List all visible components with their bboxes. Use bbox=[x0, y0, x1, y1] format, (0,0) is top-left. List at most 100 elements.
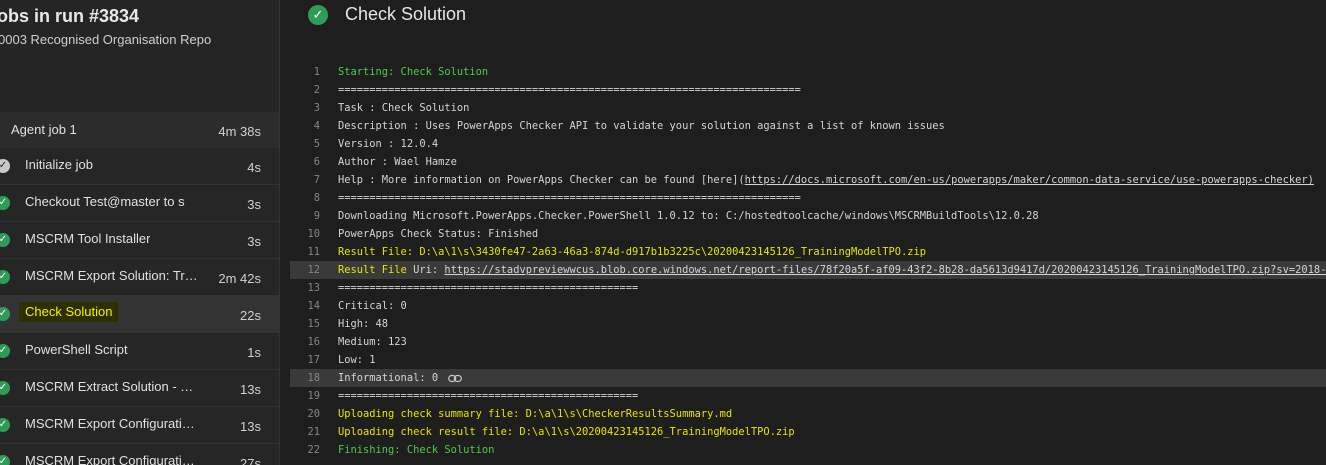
log-line: 6 Author : Wael Hamze bbox=[290, 153, 1326, 171]
informational-text: Informational: 0 bbox=[338, 372, 439, 384]
step-row[interactable]: ✓ MSCRM Extract Solution - Traini... 13s bbox=[0, 370, 279, 407]
log-line-highlighted: 12 Result File Uri: https://stadvpreview… bbox=[290, 261, 1326, 279]
log-text: Task : Check Solution bbox=[338, 102, 470, 114]
log-line: 10 PowerApps Check Status: Finished bbox=[290, 225, 1326, 243]
step-row[interactable]: ✓ MSCRM Export Configuration Mi... 13s bbox=[0, 407, 279, 444]
step-label: MSCRM Export Configuration Mi... bbox=[25, 453, 200, 465]
agent-job-label: Agent job 1 bbox=[11, 122, 77, 137]
log-text: Starting: Check Solution bbox=[338, 66, 489, 78]
help-text: Help : More information on PowerApps Che… bbox=[338, 174, 745, 186]
line-number: 8 bbox=[313, 192, 320, 204]
agent-job-row[interactable]: Agent job 1 4m 38s bbox=[0, 112, 279, 149]
success-check-icon: ✓ bbox=[0, 270, 10, 284]
log-text: Uploading check result file: D:\a\1\s\20… bbox=[338, 426, 795, 438]
step-duration: 3s bbox=[247, 234, 261, 249]
log-line: 4 Description : Uses PowerApps Checker A… bbox=[290, 117, 1326, 135]
log-text: High: 48 bbox=[338, 318, 389, 330]
log-line: 1 Starting: Check Solution bbox=[290, 63, 1326, 81]
log-text: Informational: 0 bbox=[338, 369, 462, 387]
log-line: 17 Low: 1 bbox=[290, 351, 1326, 369]
log-text: Description : Uses PowerApps Checker API… bbox=[338, 120, 945, 132]
line-number: 1 bbox=[313, 66, 320, 78]
check-icon: ✓ bbox=[0, 159, 10, 173]
line-number: 20 bbox=[307, 408, 320, 420]
step-row[interactable]: ✓ Initialize job 4s bbox=[0, 148, 279, 185]
log-text: Critical: 0 bbox=[338, 300, 407, 312]
log-line: 5 Version : 12.0.4 bbox=[290, 135, 1326, 153]
success-check-icon: ✓ bbox=[0, 307, 10, 321]
log-separator: ========================================… bbox=[338, 282, 639, 294]
docs-link[interactable]: https://docs.microsoft.com/en-us/powerap… bbox=[745, 174, 1314, 186]
log-separator: ========================================… bbox=[338, 390, 639, 402]
step-duration: 3s bbox=[247, 197, 261, 212]
line-number: 14 bbox=[307, 300, 320, 312]
step-row[interactable]: ✓ MSCRM Export Configuration Mi... 27s bbox=[0, 444, 279, 465]
log-line: 15 High: 48 bbox=[290, 315, 1326, 333]
step-row[interactable]: ✓ MSCRM Tool Installer 3s bbox=[0, 222, 279, 259]
run-title: obs in run #3834 bbox=[0, 6, 140, 26]
log-line: 22 Finishing: Check Solution bbox=[290, 441, 1326, 459]
log-line: 7 Help : More information on PowerApps C… bbox=[290, 171, 1326, 189]
line-number: 12 bbox=[307, 264, 320, 276]
success-check-icon: ✓ bbox=[0, 344, 10, 358]
step-duration: 4s bbox=[247, 160, 261, 175]
step-label: PowerShell Script bbox=[25, 342, 128, 357]
log-line: 8 ======================================… bbox=[290, 189, 1326, 207]
line-number: 16 bbox=[307, 336, 320, 348]
step-duration: 27s bbox=[240, 456, 261, 465]
line-number: 19 bbox=[307, 390, 320, 402]
step-duration: 1s bbox=[247, 345, 261, 360]
log-text: Medium: 123 bbox=[338, 336, 407, 348]
success-check-icon: ✓ bbox=[0, 455, 10, 465]
log-text: PowerApps Check Status: Finished bbox=[338, 228, 539, 240]
step-row[interactable]: ✓ Checkout Test@master to s 3s bbox=[0, 185, 279, 222]
step-row[interactable]: ✓ MSCRM Export Solution: Trai... 2m 42s bbox=[0, 259, 279, 296]
step-duration: 2m 42s bbox=[218, 271, 261, 286]
step-duration: 13s bbox=[240, 419, 261, 434]
step-duration: 22s bbox=[240, 308, 261, 323]
log-separator: ========================================… bbox=[338, 192, 801, 204]
jobs-panel: obs in run #3834 0003 Recognised Organis… bbox=[0, 0, 280, 465]
log-line: 2 ======================================… bbox=[290, 81, 1326, 99]
log-line: 3 Task : Check Solution bbox=[290, 99, 1326, 117]
result-file-uri-link[interactable]: https://stadvpreviewwcus.blob.core.windo… bbox=[444, 264, 1326, 276]
step-row[interactable]: ✓ PowerShell Script 1s bbox=[0, 333, 279, 370]
log-text: Uploading check summary file: D:\a\1\s\C… bbox=[338, 408, 733, 420]
log-line: 16 Medium: 123 bbox=[290, 333, 1326, 351]
success-check-icon: ✓ bbox=[0, 233, 10, 247]
log-text: Version : 12.0.4 bbox=[338, 138, 439, 150]
log-line: 19 =====================================… bbox=[290, 387, 1326, 405]
log-text: Result File: D:\a\1\s\3430fe47-2a63-46a3… bbox=[338, 246, 927, 258]
agent-job-duration: 4m 38s bbox=[218, 124, 261, 139]
log-text: Help : More information on PowerApps Che… bbox=[338, 171, 1314, 189]
link-icon[interactable] bbox=[448, 374, 462, 383]
line-number: 22 bbox=[307, 444, 320, 456]
log-separator: ========================================… bbox=[338, 84, 801, 96]
step-label: Checkout Test@master to s bbox=[25, 194, 185, 209]
line-number: 4 bbox=[313, 120, 320, 132]
step-label: MSCRM Export Solution: Trai... bbox=[25, 268, 200, 283]
line-number: 6 bbox=[313, 156, 320, 168]
result-file-prefix: Result File bbox=[338, 264, 407, 276]
step-duration: 13s bbox=[240, 382, 261, 397]
line-number: 15 bbox=[307, 318, 320, 330]
line-number: 9 bbox=[313, 210, 320, 222]
line-number: 21 bbox=[307, 426, 320, 438]
step-label: MSCRM Tool Installer bbox=[25, 231, 151, 246]
line-number: 11 bbox=[307, 246, 320, 258]
uri-label: Uri: bbox=[406, 264, 445, 276]
log-line: 14 Critical: 0 bbox=[290, 297, 1326, 315]
step-label: MSCRM Extract Solution - Traini... bbox=[25, 379, 200, 394]
line-number: 2 bbox=[313, 84, 320, 96]
step-row-selected[interactable]: ✓ Check Solution 22s bbox=[0, 296, 279, 333]
success-check-icon: ✓ bbox=[308, 5, 328, 25]
success-check-icon: ✓ bbox=[0, 418, 10, 432]
step-list: ✓ Initialize job 4s ✓ Checkout Test@mast… bbox=[0, 148, 279, 465]
line-number: 10 bbox=[307, 228, 320, 240]
step-label: Check Solution bbox=[19, 302, 119, 322]
log-line: 20 Uploading check summary file: D:\a\1\… bbox=[290, 405, 1326, 423]
log-line: 9 Downloading Microsoft.PowerApps.Checke… bbox=[290, 207, 1326, 225]
step-label: Initialize job bbox=[25, 157, 93, 172]
line-number: 5 bbox=[313, 138, 320, 150]
log-line-highlighted: 18 Informational: 0 bbox=[290, 369, 1326, 387]
